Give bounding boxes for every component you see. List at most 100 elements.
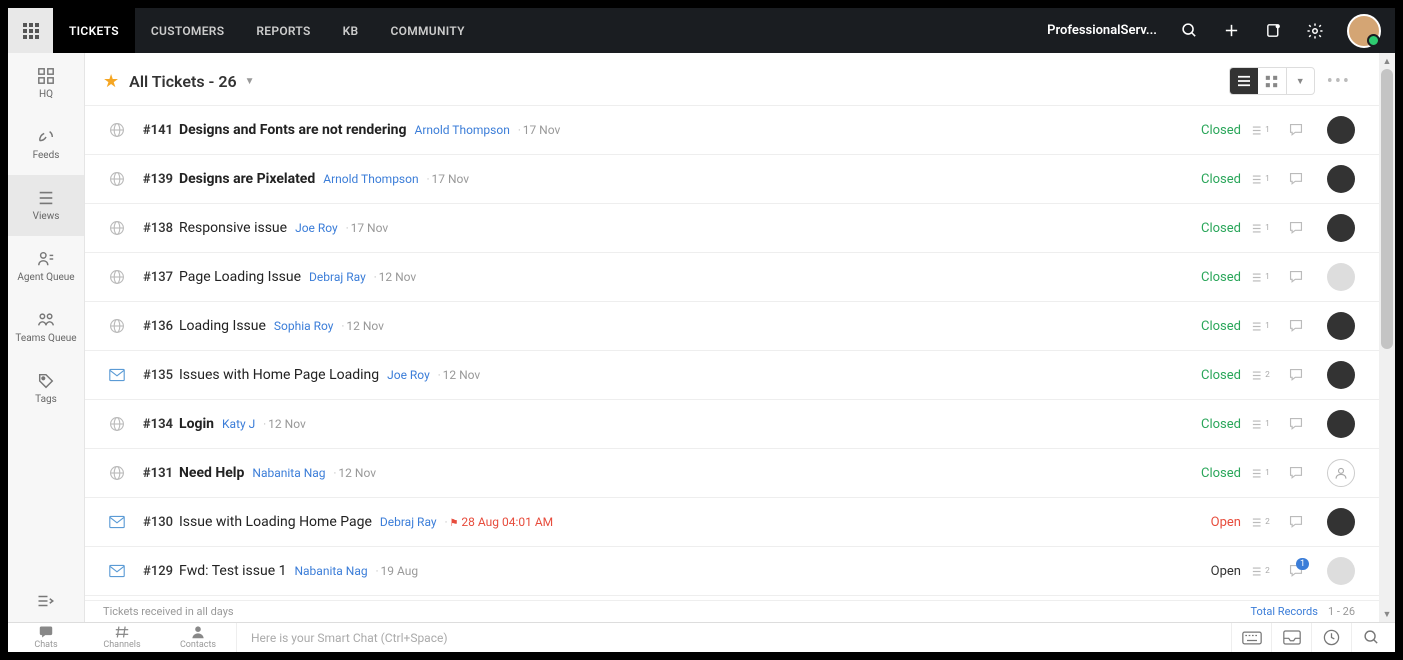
total-records-link[interactable]: Total Records [1251,605,1318,618]
ticket-status[interactable]: Closed [1179,123,1241,138]
comment-icon[interactable] [1281,319,1311,333]
bottombar-chats[interactable]: Chats [8,625,84,650]
ticket-status[interactable]: Open [1179,515,1241,530]
ticket-row[interactable]: #138Responsive issueJoe Roy· 17 NovClose… [85,203,1379,252]
ticket-row[interactable]: #130Issue with Loading Home PageDebraj R… [85,497,1379,546]
nav-tab-kb[interactable]: KB [327,8,375,53]
ticket-status[interactable]: Closed [1179,466,1241,481]
vertical-scrollbar[interactable]: ▲ ▼ [1379,53,1395,622]
inbox-icon[interactable] [1271,623,1311,652]
comment-icon[interactable] [1281,515,1311,529]
view-dropdown-caret-icon[interactable]: ▼ [245,76,255,87]
ticket-status[interactable]: Closed [1179,270,1241,285]
ticket-row[interactable]: #129Fwd: Test issue 1Nabanita Nag· 19 Au… [85,546,1379,595]
ticket-row[interactable]: #137Page Loading IssueDebraj Ray· 12 Nov… [85,252,1379,301]
ticket-contact[interactable]: Joe Roy [387,368,430,382]
ticket-status[interactable]: Closed [1179,319,1241,334]
thread-count[interactable]: 2 [1241,517,1281,528]
more-actions-button[interactable]: ••• [1323,71,1355,92]
org-name[interactable]: ProfessionalServ... [1047,23,1157,38]
comment-icon[interactable] [1281,172,1311,186]
sidebar-item-hq[interactable]: HQ [8,53,84,114]
comment-icon[interactable] [1281,270,1311,284]
ticket-contact[interactable]: Katy J [222,417,255,431]
nav-tab-customers[interactable]: CUSTOMERS [135,8,240,53]
assignee-avatar[interactable] [1327,165,1355,193]
view-title[interactable]: All Tickets - 26 [129,72,237,91]
view-options-caret[interactable]: ▼ [1286,68,1314,94]
ticket-contact[interactable]: Nabanita Nag [294,564,367,578]
bottombar-channels[interactable]: Channels [84,625,160,650]
sidebar-item-tags[interactable]: Tags [8,358,84,419]
ticket-row[interactable]: #136Loading IssueSophia Roy· 12 NovClose… [85,301,1379,350]
keyboard-shortcuts-icon[interactable] [1231,623,1271,652]
ticket-contact[interactable]: Debraj Ray [309,270,366,284]
assignee-avatar[interactable] [1327,263,1355,291]
search-icon[interactable] [1179,21,1199,41]
comment-icon[interactable] [1281,123,1311,137]
nav-tab-reports[interactable]: REPORTS [240,8,326,53]
star-icon[interactable]: ★ [103,71,119,92]
assignee-avatar[interactable] [1327,116,1355,144]
ticket-row[interactable]: #134LoginKaty J· 12 NovClosed1 [85,399,1379,448]
comment-icon[interactable]: 1 [1281,564,1311,578]
ticket-status[interactable]: Closed [1179,368,1241,383]
ticket-row[interactable]: #139Designs are PixelatedArnold Thompson… [85,154,1379,203]
ticket-row[interactable]: #135Issues with Home Page LoadingJoe Roy… [85,350,1379,399]
ticket-status[interactable]: Open [1179,564,1241,579]
smart-chat-input[interactable]: Here is your Smart Chat (Ctrl+Space) [236,623,1231,652]
notification-icon[interactable] [1263,21,1283,41]
add-icon[interactable] [1221,21,1241,41]
thread-count[interactable]: 1 [1241,174,1281,185]
comment-icon[interactable] [1281,417,1311,431]
apps-menu-button[interactable] [8,8,53,53]
assignee-avatar[interactable] [1327,214,1355,242]
thread-count[interactable]: 1 [1241,223,1281,234]
sidebar-expand-button[interactable] [8,580,84,622]
thread-count[interactable]: 1 [1241,125,1281,136]
sidebar-item-views[interactable]: Views [8,175,84,236]
assignee-avatar[interactable] [1327,312,1355,340]
bottombar-contacts[interactable]: Contacts [160,625,236,650]
ticket-contact[interactable]: Arnold Thompson [415,123,510,137]
thread-count[interactable]: 1 [1241,321,1281,332]
nav-tab-community[interactable]: COMMUNITY [374,8,480,53]
ticket-contact[interactable]: Sophia Roy [274,319,334,333]
list-view-button[interactable] [1230,68,1258,94]
scroll-thumb[interactable] [1381,69,1393,349]
ticket-contact[interactable]: Arnold Thompson [323,172,418,186]
assignee-unassigned-icon[interactable] [1327,459,1355,487]
ticket-status[interactable]: Closed [1179,417,1241,432]
history-icon[interactable] [1311,623,1351,652]
scroll-up-arrow-icon[interactable]: ▲ [1379,53,1395,69]
ticket-row[interactable]: #141Designs and Fonts are not renderingA… [85,105,1379,154]
ticket-contact[interactable]: Joe Roy [295,221,338,235]
settings-gear-icon[interactable] [1305,21,1325,41]
ticket-date: 17 Nov [351,221,389,235]
thread-count[interactable]: 1 [1241,272,1281,283]
ticket-status[interactable]: Closed [1179,221,1241,236]
assignee-avatar[interactable] [1327,361,1355,389]
thread-count[interactable]: 2 [1241,370,1281,381]
ticket-contact[interactable]: Debraj Ray [380,515,437,529]
assignee-avatar[interactable] [1327,410,1355,438]
thread-count[interactable]: 1 [1241,419,1281,430]
ticket-contact[interactable]: Nabanita Nag [252,466,325,480]
scroll-down-arrow-icon[interactable]: ▼ [1379,606,1395,622]
sidebar-item-teams-queue[interactable]: Teams Queue [8,297,84,358]
user-avatar[interactable] [1347,14,1381,48]
assignee-avatar[interactable] [1327,508,1355,536]
comment-icon[interactable] [1281,466,1311,480]
thread-count[interactable]: 2 [1241,566,1281,577]
sidebar-item-feeds[interactable]: Feeds [8,114,84,175]
ticket-status[interactable]: Closed [1179,172,1241,187]
ticket-row[interactable]: #131Need HelpNabanita Nag· 12 NovClosed1 [85,448,1379,497]
comment-icon[interactable] [1281,221,1311,235]
comment-icon[interactable] [1281,368,1311,382]
sidebar-item-agent-queue[interactable]: Agent Queue [8,236,84,297]
assignee-avatar[interactable] [1327,557,1355,585]
search-bottom-icon[interactable] [1351,623,1391,652]
grid-view-button[interactable] [1258,68,1286,94]
nav-tab-tickets[interactable]: TICKETS [53,8,135,53]
thread-count[interactable]: 1 [1241,468,1281,479]
